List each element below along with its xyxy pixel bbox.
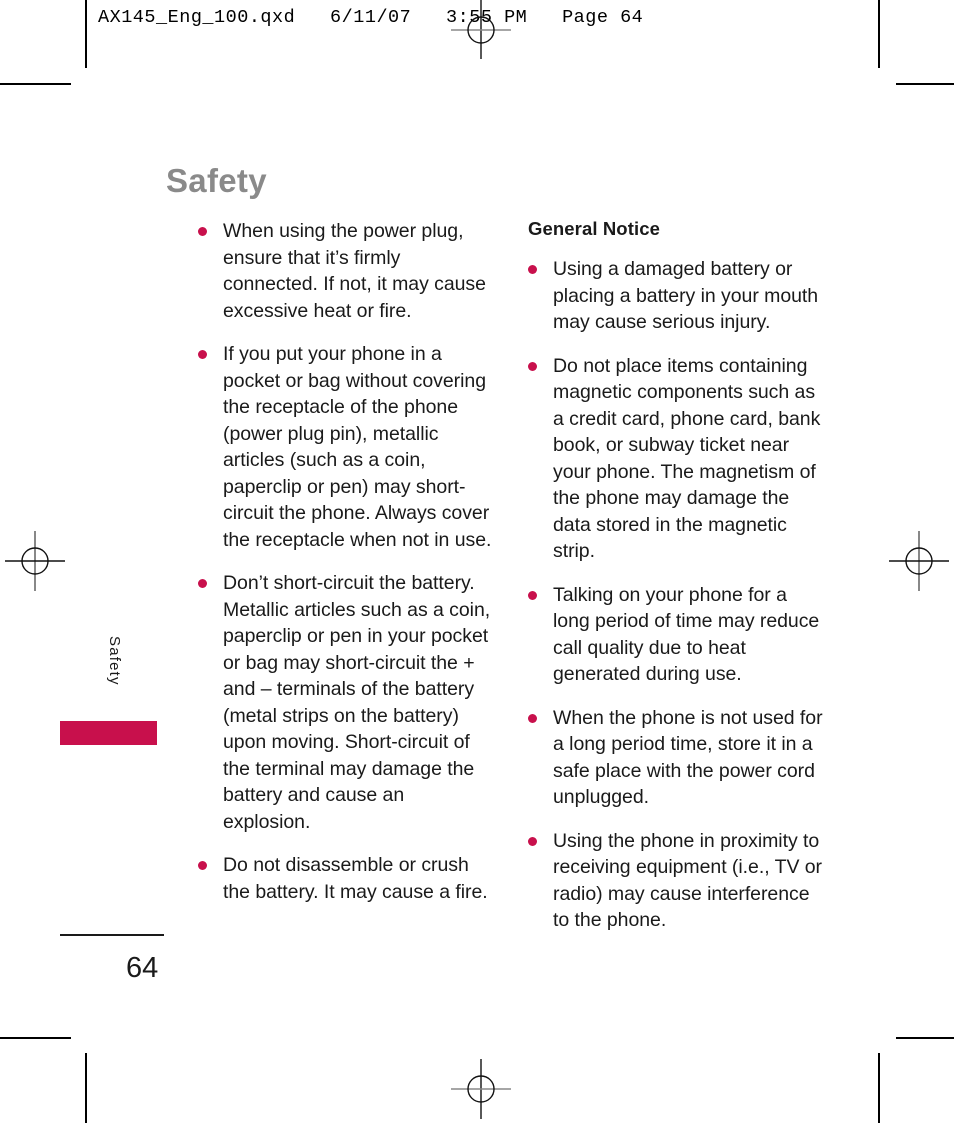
bullet-dot-icon	[198, 227, 207, 236]
list-item: When using the power plug, ensure that i…	[189, 218, 494, 324]
bullet-dot-icon	[198, 861, 207, 870]
registration-target-icon-left	[5, 531, 65, 591]
crop-mark-bottom-right-horizontal	[896, 1037, 954, 1039]
bullet-dot-icon	[198, 350, 207, 359]
section-heading-general-notice: General Notice	[528, 218, 660, 239]
list-item-text: Do not disassemble or crush the battery.…	[223, 854, 488, 903]
content-column-right: General Notice Using a damaged battery o…	[519, 218, 824, 934]
list-item-text: Do not place items containing magnetic c…	[553, 354, 821, 563]
list-item: Do not place items containing magnetic c…	[519, 353, 824, 565]
crop-mark-top-left-horizontal	[0, 83, 71, 85]
list-item: Do not disassemble or crush the battery.…	[189, 852, 494, 905]
page-title: Safety	[166, 162, 267, 200]
print-slug-line: AX145_Eng_100.qxd 6/11/07 3:55 PM Page 6…	[98, 7, 644, 28]
bullet-dot-icon	[528, 265, 537, 274]
registration-target-icon-bottom	[451, 1059, 511, 1119]
list-item: Talking on your phone for a long period …	[519, 582, 824, 688]
content-column-left: When using the power plug, ensure that i…	[189, 218, 494, 905]
list-item: Using a damaged battery or placing a bat…	[519, 256, 824, 336]
page-number: 64	[126, 952, 159, 984]
crop-mark-top-right-horizontal	[896, 83, 954, 85]
side-tab-block	[60, 721, 157, 745]
crop-mark-bottom-left-vertical	[85, 1053, 87, 1123]
list-item-text: Using the phone in proximity to receivin…	[553, 829, 823, 932]
list-item-text: Talking on your phone for a long period …	[553, 583, 820, 686]
side-tab-label: Safety	[106, 636, 123, 686]
registration-target-icon-right	[889, 531, 949, 591]
safety-bullet-list-right: Using a damaged battery or placing a bat…	[519, 256, 824, 934]
list-item: If you put your phone in a pocket or bag…	[189, 341, 494, 553]
bullet-dot-icon	[528, 713, 537, 723]
list-item: Using the phone in proximity to receivin…	[519, 828, 824, 934]
list-item-text: When the phone is not used for a long pe…	[553, 706, 823, 809]
document-page: AX145_Eng_100.qxd 6/11/07 3:55 PM Page 6…	[0, 0, 954, 1123]
list-item-text: If you put your phone in a pocket or bag…	[223, 343, 492, 551]
safety-bullet-list-left: When using the power plug, ensure that i…	[189, 218, 494, 905]
bullet-dot-icon	[528, 361, 537, 371]
crop-mark-bottom-left-horizontal	[0, 1037, 71, 1039]
list-item-text: Using a damaged battery or placing a bat…	[553, 258, 819, 333]
crop-mark-bottom-right-vertical	[878, 1053, 880, 1123]
list-item: When the phone is not used for a long pe…	[519, 705, 824, 811]
crop-mark-top-left-vertical	[85, 0, 87, 68]
list-item: Don’t short-circuit the battery. Metalli…	[189, 570, 494, 835]
list-item-text: Don’t short-circuit the battery. Metalli…	[223, 572, 491, 833]
bullet-dot-icon	[528, 836, 537, 846]
bullet-dot-icon	[528, 590, 537, 600]
folio-rule	[60, 934, 164, 936]
registration-target-icon-top	[451, 0, 511, 59]
bullet-dot-icon	[198, 579, 207, 588]
list-item-text: When using the power plug, ensure that i…	[223, 220, 486, 322]
crop-mark-top-right-vertical	[878, 0, 880, 68]
